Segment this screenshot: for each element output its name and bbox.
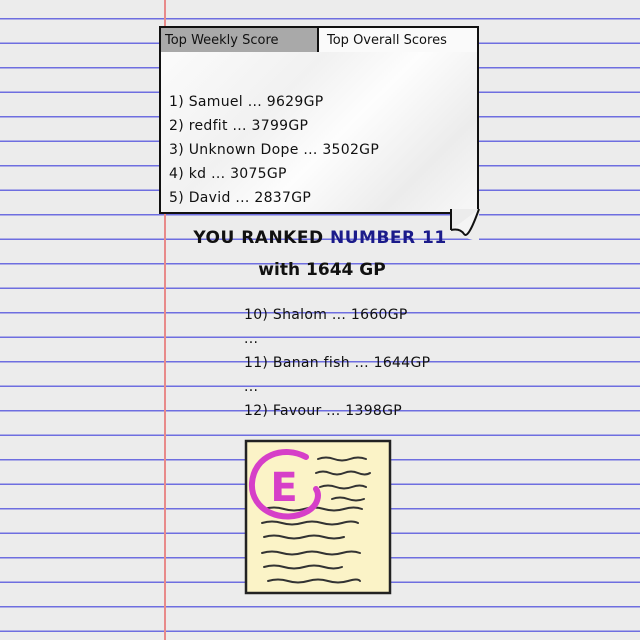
leaderboard-tabs: Top Weekly Score Top Overall Scores (159, 26, 479, 54)
leaderboard-card: Top Weekly Score Top Overall Scores 1) S… (159, 26, 480, 241)
rank-points: with 1644 GP (0, 260, 640, 280)
tab-top-weekly-score[interactable]: Top Weekly Score (161, 28, 319, 52)
rank-separator: ... (244, 379, 259, 395)
grade-letter: E (270, 465, 297, 511)
list-item: 3) Unknown Dope ... 3502GP (169, 142, 380, 158)
rank-prefix: YOU RANKED (193, 228, 324, 248)
list-item: 2) redfit ... 3799GP (169, 118, 309, 134)
rank-points-value: 1644 GP (306, 260, 386, 280)
rank-separator: ... (244, 331, 259, 347)
list-item: 1) Samuel ... 9629GP (169, 94, 324, 110)
rank-number: NUMBER 11 (330, 228, 447, 248)
rank-above: 10) Shalom ... 1660GP (244, 307, 408, 323)
tab-top-overall-scores[interactable]: Top Overall Scores (321, 28, 477, 52)
nearby-ranks: 10) Shalom ... 1660GP ... 11) Banan fish… (244, 303, 430, 423)
top-scores-list: 1) Samuel ... 9629GP 2) redfit ... 3799G… (169, 90, 379, 210)
list-item: 4) kd ... 3075GP (169, 166, 287, 182)
sticky-note (244, 439, 392, 595)
rank-headline: YOU RANKED NUMBER 11 (0, 228, 640, 248)
rank-current: 11) Banan fish ... 1644GP (244, 355, 431, 371)
rank-below: 12) Favour ... 1398GP (244, 403, 403, 419)
rank-with: with (258, 260, 301, 280)
grade-note-badge: E (244, 439, 392, 595)
list-item: 5) David ... 2837GP (169, 190, 312, 206)
